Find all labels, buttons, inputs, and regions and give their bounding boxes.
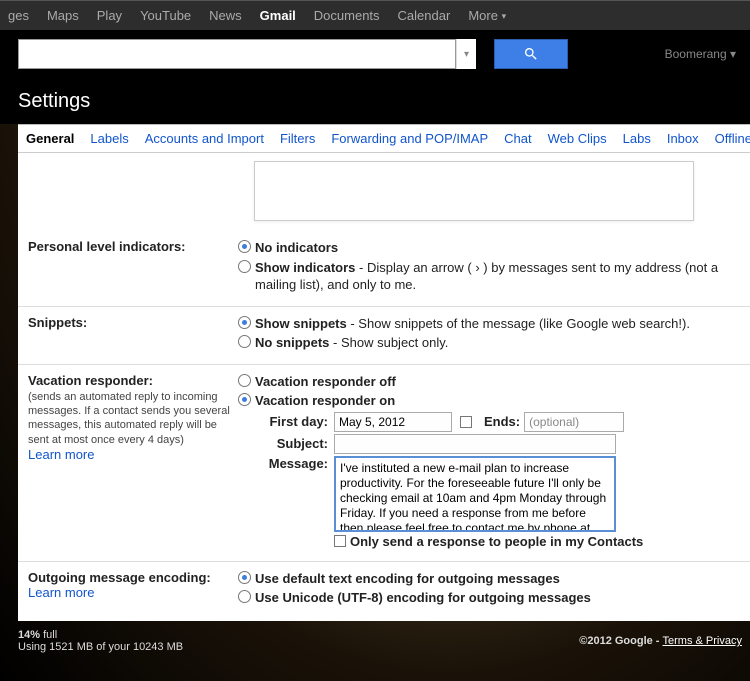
page-title: Settings [18,90,732,113]
option-label: No snippets [255,335,329,350]
section-label: Snippets: [28,315,238,354]
option-label: Vacation responder off [255,374,396,389]
page-header: Settings [0,78,750,127]
nav-item-more[interactable]: More ▾ [468,8,506,23]
nav-item[interactable]: Calendar [398,8,451,23]
option-desc: - Show subject only. [329,335,448,350]
option-label: Use Unicode (UTF-8) encoding for outgoin… [255,590,591,605]
radio-no-indicators[interactable] [238,240,251,253]
only-contacts-checkbox[interactable] [334,535,346,547]
tab-general[interactable]: General [26,131,74,146]
option-label: Show snippets [255,316,347,331]
option-label: No indicators [255,240,338,255]
radio-vacation-off[interactable] [238,374,251,387]
search-icon [523,46,539,62]
ends-checkbox[interactable] [460,416,472,428]
background: General Labels Accounts and Import Filte… [0,124,750,681]
radio-no-snippets[interactable] [238,335,251,348]
tab-filters[interactable]: Filters [280,131,315,146]
learn-more-link[interactable]: Learn more [28,447,94,462]
option-desc: - Show snippets of the message (like Goo… [347,316,690,331]
storage-usage: 14% full Using 1521 MB of your 10243 MB [18,629,183,653]
section-label: Vacation responder: [28,373,153,388]
settings-tabs: General Labels Accounts and Import Filte… [18,125,750,153]
section-label: Personal level indicators: [28,239,238,296]
learn-more-link[interactable]: Learn more [28,585,94,600]
tab-inbox[interactable]: Inbox [667,131,699,146]
section-snippets: Snippets: Show snippets - Show snippets … [18,311,750,365]
boomerang-link[interactable]: Boomerang ▾ [665,47,736,61]
nav-item[interactable]: Play [97,8,122,23]
option-label: Use default text encoding for outgoing m… [255,571,560,586]
only-contacts-label: Only send a response to people in my Con… [350,534,643,549]
firstday-label: First day: [256,414,334,429]
footer: 14% full Using 1521 MB of your 10243 MB … [18,629,742,653]
nav-item[interactable]: YouTube [140,8,191,23]
tab-chat[interactable]: Chat [504,131,531,146]
ends-label: Ends: [484,414,520,429]
signature-preview-box[interactable] [254,161,694,221]
terms-link[interactable]: Terms & Privacy [663,635,742,647]
message-textarea[interactable] [334,456,616,532]
nav-item[interactable]: News [209,8,242,23]
tab-forwarding[interactable]: Forwarding and POP/IMAP [331,131,488,146]
footer-copyright: ©2012 Google - Terms & Privacy [579,635,742,647]
radio-vacation-on[interactable] [238,393,251,406]
section-vacation-responder: Vacation responder: (sends an automated … [18,369,750,562]
search-bar: ▾ Boomerang ▾ [0,30,750,78]
top-nav: ges Maps Play YouTube News Gmail Documen… [0,0,750,30]
section-label: Outgoing message encoding: [28,570,211,585]
radio-encoding-utf8[interactable] [238,590,251,603]
tab-labels[interactable]: Labels [90,131,128,146]
nav-item[interactable]: ges [8,8,29,23]
settings-content: Personal level indicators: No indicators… [18,231,750,621]
firstday-input[interactable] [334,412,452,432]
tab-labs[interactable]: Labs [623,131,651,146]
message-label: Message: [256,456,334,471]
section-sublabel: (sends an automated reply to incoming me… [28,390,238,447]
nav-item-gmail[interactable]: Gmail [260,8,296,23]
search-input[interactable] [18,39,456,69]
tab-webclips[interactable]: Web Clips [548,131,607,146]
radio-show-indicators[interactable] [238,260,251,273]
radio-show-snippets[interactable] [238,316,251,329]
tab-accounts[interactable]: Accounts and Import [145,131,264,146]
chevron-down-icon: ▾ [502,11,507,21]
search-options-toggle[interactable]: ▾ [456,39,476,69]
radio-encoding-default[interactable] [238,571,251,584]
search-button[interactable] [494,39,568,69]
option-label: Vacation responder on [255,393,395,408]
subject-input[interactable] [334,434,616,454]
option-label: Show indicators [255,260,355,275]
section-encoding: Outgoing message encoding: Learn more Us… [18,566,750,613]
section-personal-indicators: Personal level indicators: No indicators… [18,235,750,307]
tab-offline[interactable]: Offline [715,131,750,146]
subject-label: Subject: [256,436,334,451]
nav-item[interactable]: Documents [314,8,380,23]
ends-input[interactable] [524,412,624,432]
settings-panel: General Labels Accounts and Import Filte… [18,124,750,621]
nav-item[interactable]: Maps [47,8,79,23]
